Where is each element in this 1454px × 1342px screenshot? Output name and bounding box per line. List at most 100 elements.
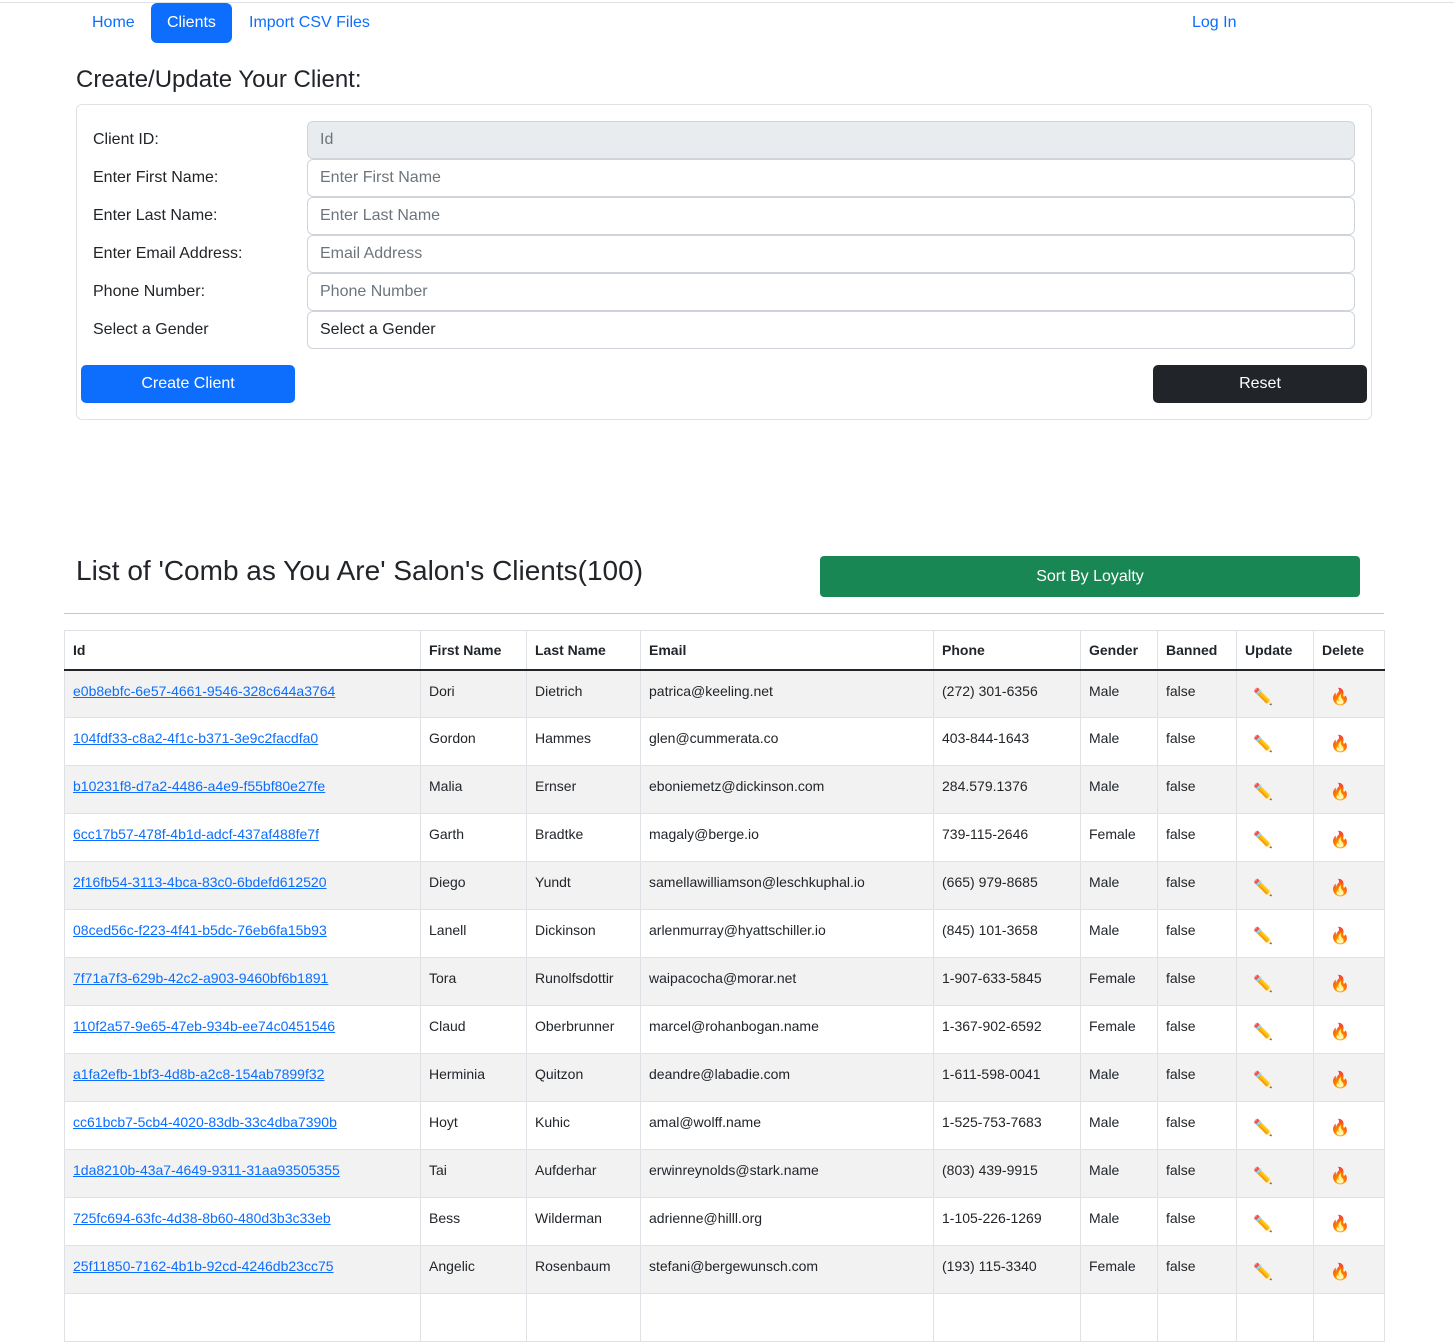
delete-fire-icon[interactable]: 🔥 — [1330, 1166, 1350, 1186]
client-id-link[interactable]: 2f16fb54-3113-4bca-83c0-6bdefd612520 — [73, 874, 327, 890]
edit-pencil-icon[interactable]: ✏️ — [1253, 687, 1273, 707]
cell-id: 6cc17b57-478f-4b1d-adcf-437af488fe7f — [64, 813, 421, 862]
client-id-link[interactable]: b10231f8-d7a2-4486-a4e9-f55bf80e27fe — [73, 778, 325, 794]
cell-delete: 🔥 — [1313, 909, 1385, 958]
cell-first: Gordon — [420, 717, 527, 766]
client-id-link[interactable]: 6cc17b57-478f-4b1d-adcf-437af488fe7f — [73, 826, 319, 842]
cell-banned: false — [1157, 1245, 1237, 1294]
cell-id: 1da8210b-43a7-4649-9311-31aa93505355 — [64, 1149, 421, 1198]
edit-pencil-icon[interactable]: ✏️ — [1253, 830, 1273, 850]
cell-id — [64, 1293, 421, 1342]
delete-fire-icon[interactable]: 🔥 — [1330, 1262, 1350, 1282]
cell-banned: false — [1157, 909, 1237, 958]
delete-fire-icon[interactable]: 🔥 — [1330, 830, 1350, 850]
cell-id: 2f16fb54-3113-4bca-83c0-6bdefd612520 — [64, 861, 421, 910]
cell-email: eboniemetz@dickinson.com — [640, 765, 934, 814]
table-header-row: Id First Name Last Name Email Phone Gend… — [64, 630, 1385, 671]
edit-pencil-icon[interactable]: ✏️ — [1253, 1022, 1273, 1042]
cell-phone: 739-115-2646 — [933, 813, 1081, 862]
client-id-link[interactable]: 08ced56c-f223-4f41-b5dc-76eb6fa15b93 — [73, 922, 327, 938]
last-name-input[interactable] — [307, 197, 1355, 235]
phone-input[interactable] — [307, 273, 1355, 311]
cell-delete: 🔥 — [1313, 669, 1385, 718]
cell-update: ✏️ — [1236, 1197, 1314, 1246]
edit-pencil-icon[interactable]: ✏️ — [1253, 782, 1273, 802]
delete-fire-icon[interactable]: 🔥 — [1330, 1118, 1350, 1138]
create-client-button[interactable]: Create Client — [81, 365, 295, 403]
cell-delete: 🔥 — [1313, 765, 1385, 814]
delete-fire-icon[interactable]: 🔥 — [1330, 1214, 1350, 1234]
cell-email: deandre@labadie.com — [640, 1053, 934, 1102]
delete-fire-icon[interactable]: 🔥 — [1330, 974, 1350, 994]
cell-banned: false — [1157, 1005, 1237, 1054]
table-row: 7f71a7f3-629b-42c2-a903-9460bf6b1891 Tora… — [64, 957, 1385, 1006]
cell-gender: Male — [1080, 861, 1158, 910]
table-row: 1da8210b-43a7-4649-9311-31aa93505355 Tai A… — [64, 1149, 1385, 1198]
edit-pencil-icon[interactable]: ✏️ — [1253, 1118, 1273, 1138]
edit-pencil-icon[interactable]: ✏️ — [1253, 734, 1273, 754]
cell-id: a1fa2efb-1bf3-4d8b-a2c8-154ab7899f32 — [64, 1053, 421, 1102]
edit-pencil-icon[interactable]: ✏️ — [1253, 1070, 1273, 1090]
sort-by-loyalty-button[interactable]: Sort By Loyalty — [820, 556, 1360, 597]
first-name-input[interactable] — [307, 159, 1355, 197]
nav-import-csv-link[interactable]: Import CSV Files — [233, 3, 386, 43]
edit-pencil-icon[interactable]: ✏️ — [1253, 974, 1273, 994]
cell-phone: 284.579.1376 — [933, 765, 1081, 814]
cell-gender: Female — [1080, 1245, 1158, 1294]
edit-pencil-icon[interactable]: ✏️ — [1253, 1214, 1273, 1234]
delete-fire-icon[interactable]: 🔥 — [1330, 878, 1350, 898]
cell-gender: Male — [1080, 909, 1158, 958]
client-id-link[interactable]: 110f2a57-9e65-47eb-934b-ee74c0451546 — [73, 1018, 335, 1034]
cell-email: patrica@keeling.net — [640, 669, 934, 718]
edit-pencil-icon[interactable]: ✏️ — [1253, 1166, 1273, 1186]
table-body: e0b8ebfc-6e57-4661-9546-328c644a3764 Dori… — [64, 669, 1385, 1342]
cell-phone: (193) 115-3340 — [933, 1245, 1081, 1294]
delete-fire-icon[interactable]: 🔥 — [1330, 926, 1350, 946]
reset-button[interactable]: Reset — [1153, 365, 1367, 403]
col-header-last-name: Last Name — [526, 630, 641, 671]
edit-pencil-icon[interactable]: ✏️ — [1253, 926, 1273, 946]
cell-first: Tora — [420, 957, 527, 1006]
cell-delete: 🔥 — [1313, 1101, 1385, 1150]
cell-phone: (803) 439-9915 — [933, 1149, 1081, 1198]
client-id-link[interactable]: 1da8210b-43a7-4649-9311-31aa93505355 — [73, 1162, 340, 1178]
email-input[interactable] — [307, 235, 1355, 273]
delete-fire-icon[interactable]: 🔥 — [1330, 687, 1350, 707]
cell-first: Diego — [420, 861, 527, 910]
cell-gender: Female — [1080, 813, 1158, 862]
client-id-link[interactable]: 104fdf33-c8a2-4f1c-b371-3e9c2facdfa0 — [73, 730, 318, 746]
nav-clients-link[interactable]: Clients — [151, 3, 232, 43]
cell-first: Malia — [420, 765, 527, 814]
delete-fire-icon[interactable]: 🔥 — [1330, 734, 1350, 754]
cell-update: ✏️ — [1236, 765, 1314, 814]
cell-phone: 1-367-902-6592 — [933, 1005, 1081, 1054]
cell-first: Bess — [420, 1197, 527, 1246]
delete-fire-icon[interactable]: 🔥 — [1330, 1070, 1350, 1090]
cell-update: ✏️ — [1236, 717, 1314, 766]
col-header-banned: Banned — [1157, 630, 1237, 671]
cell-banned: false — [1157, 1053, 1237, 1102]
client-id-link[interactable]: cc61bcb7-5cb4-4020-83db-33c4dba7390b — [73, 1114, 337, 1130]
cell-phone: (272) 301-6356 — [933, 669, 1081, 718]
cell-last — [526, 1293, 641, 1342]
cell-last: Kuhic — [526, 1101, 641, 1150]
cell-banned: false — [1157, 813, 1237, 862]
delete-fire-icon[interactable]: 🔥 — [1330, 782, 1350, 802]
client-id-link[interactable]: 7f71a7f3-629b-42c2-a903-9460bf6b1891 — [73, 970, 328, 986]
client-id-link[interactable]: 25f11850-7162-4b1b-92cd-4246db23cc75 — [73, 1258, 334, 1274]
client-id-link[interactable]: a1fa2efb-1bf3-4d8b-a2c8-154ab7899f32 — [73, 1066, 324, 1082]
cell-phone: (665) 979-8685 — [933, 861, 1081, 910]
cell-last: Runolfsdottir — [526, 957, 641, 1006]
client-id-link[interactable]: e0b8ebfc-6e57-4661-9546-328c644a3764 — [73, 683, 335, 699]
delete-fire-icon[interactable]: 🔥 — [1330, 1022, 1350, 1042]
nav-login-link[interactable]: Log In — [1176, 3, 1252, 43]
cell-update: ✏️ — [1236, 1245, 1314, 1294]
cell-gender: Male — [1080, 1197, 1158, 1246]
nav-home-link[interactable]: Home — [76, 3, 151, 43]
gender-select[interactable]: Select a Gender — [307, 311, 1355, 349]
edit-pencil-icon[interactable]: ✏️ — [1253, 878, 1273, 898]
client-id-link[interactable]: 725fc694-63fc-4d38-8b60-480d3b3c33eb — [73, 1210, 331, 1226]
cell-first: Tai — [420, 1149, 527, 1198]
email-row: Enter Email Address: — [93, 235, 1356, 273]
edit-pencil-icon[interactable]: ✏️ — [1253, 1262, 1273, 1282]
